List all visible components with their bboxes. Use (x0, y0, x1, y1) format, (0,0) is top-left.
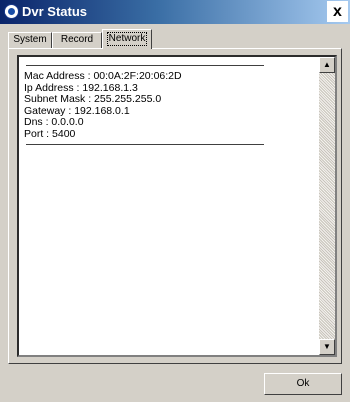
title-bar[interactable]: Dvr Status x (0, 0, 350, 24)
subnet-mask-line: Subnet Mask : 255.255.255.0 (24, 93, 162, 105)
scroll-down-arrow-icon[interactable]: ▼ (319, 339, 335, 355)
close-button[interactable]: x (327, 1, 348, 22)
scroll-up-arrow-icon[interactable]: ▲ (319, 57, 335, 73)
window-title: Dvr Status (22, 4, 88, 19)
vertical-scrollbar[interactable]: ▲ ▼ (319, 57, 335, 355)
network-info-content: Mac Address : 00:0A:2F:20:06:2D Ip Addre… (24, 65, 294, 145)
dns-line: Dns : 0.0.0.0 (24, 116, 84, 128)
bottom-separator (26, 144, 264, 145)
tab-record[interactable]: Record (52, 32, 102, 48)
mac-address-line: Mac Address : 00:0A:2F:20:06:2D (24, 70, 182, 82)
app-logo-icon (4, 4, 19, 19)
tab-network[interactable]: Network (102, 29, 152, 49)
port-line: Port : 5400 (24, 127, 76, 140)
tab-network-label: Network (106, 32, 148, 46)
tab-system[interactable]: System (8, 32, 52, 48)
network-info-textbox[interactable]: Mac Address : 00:0A:2F:20:06:2D Ip Addre… (17, 55, 337, 357)
ok-button[interactable]: Ok (264, 373, 342, 395)
dvr-status-window: Dvr Status x System Record Network Mac A… (0, 0, 350, 402)
